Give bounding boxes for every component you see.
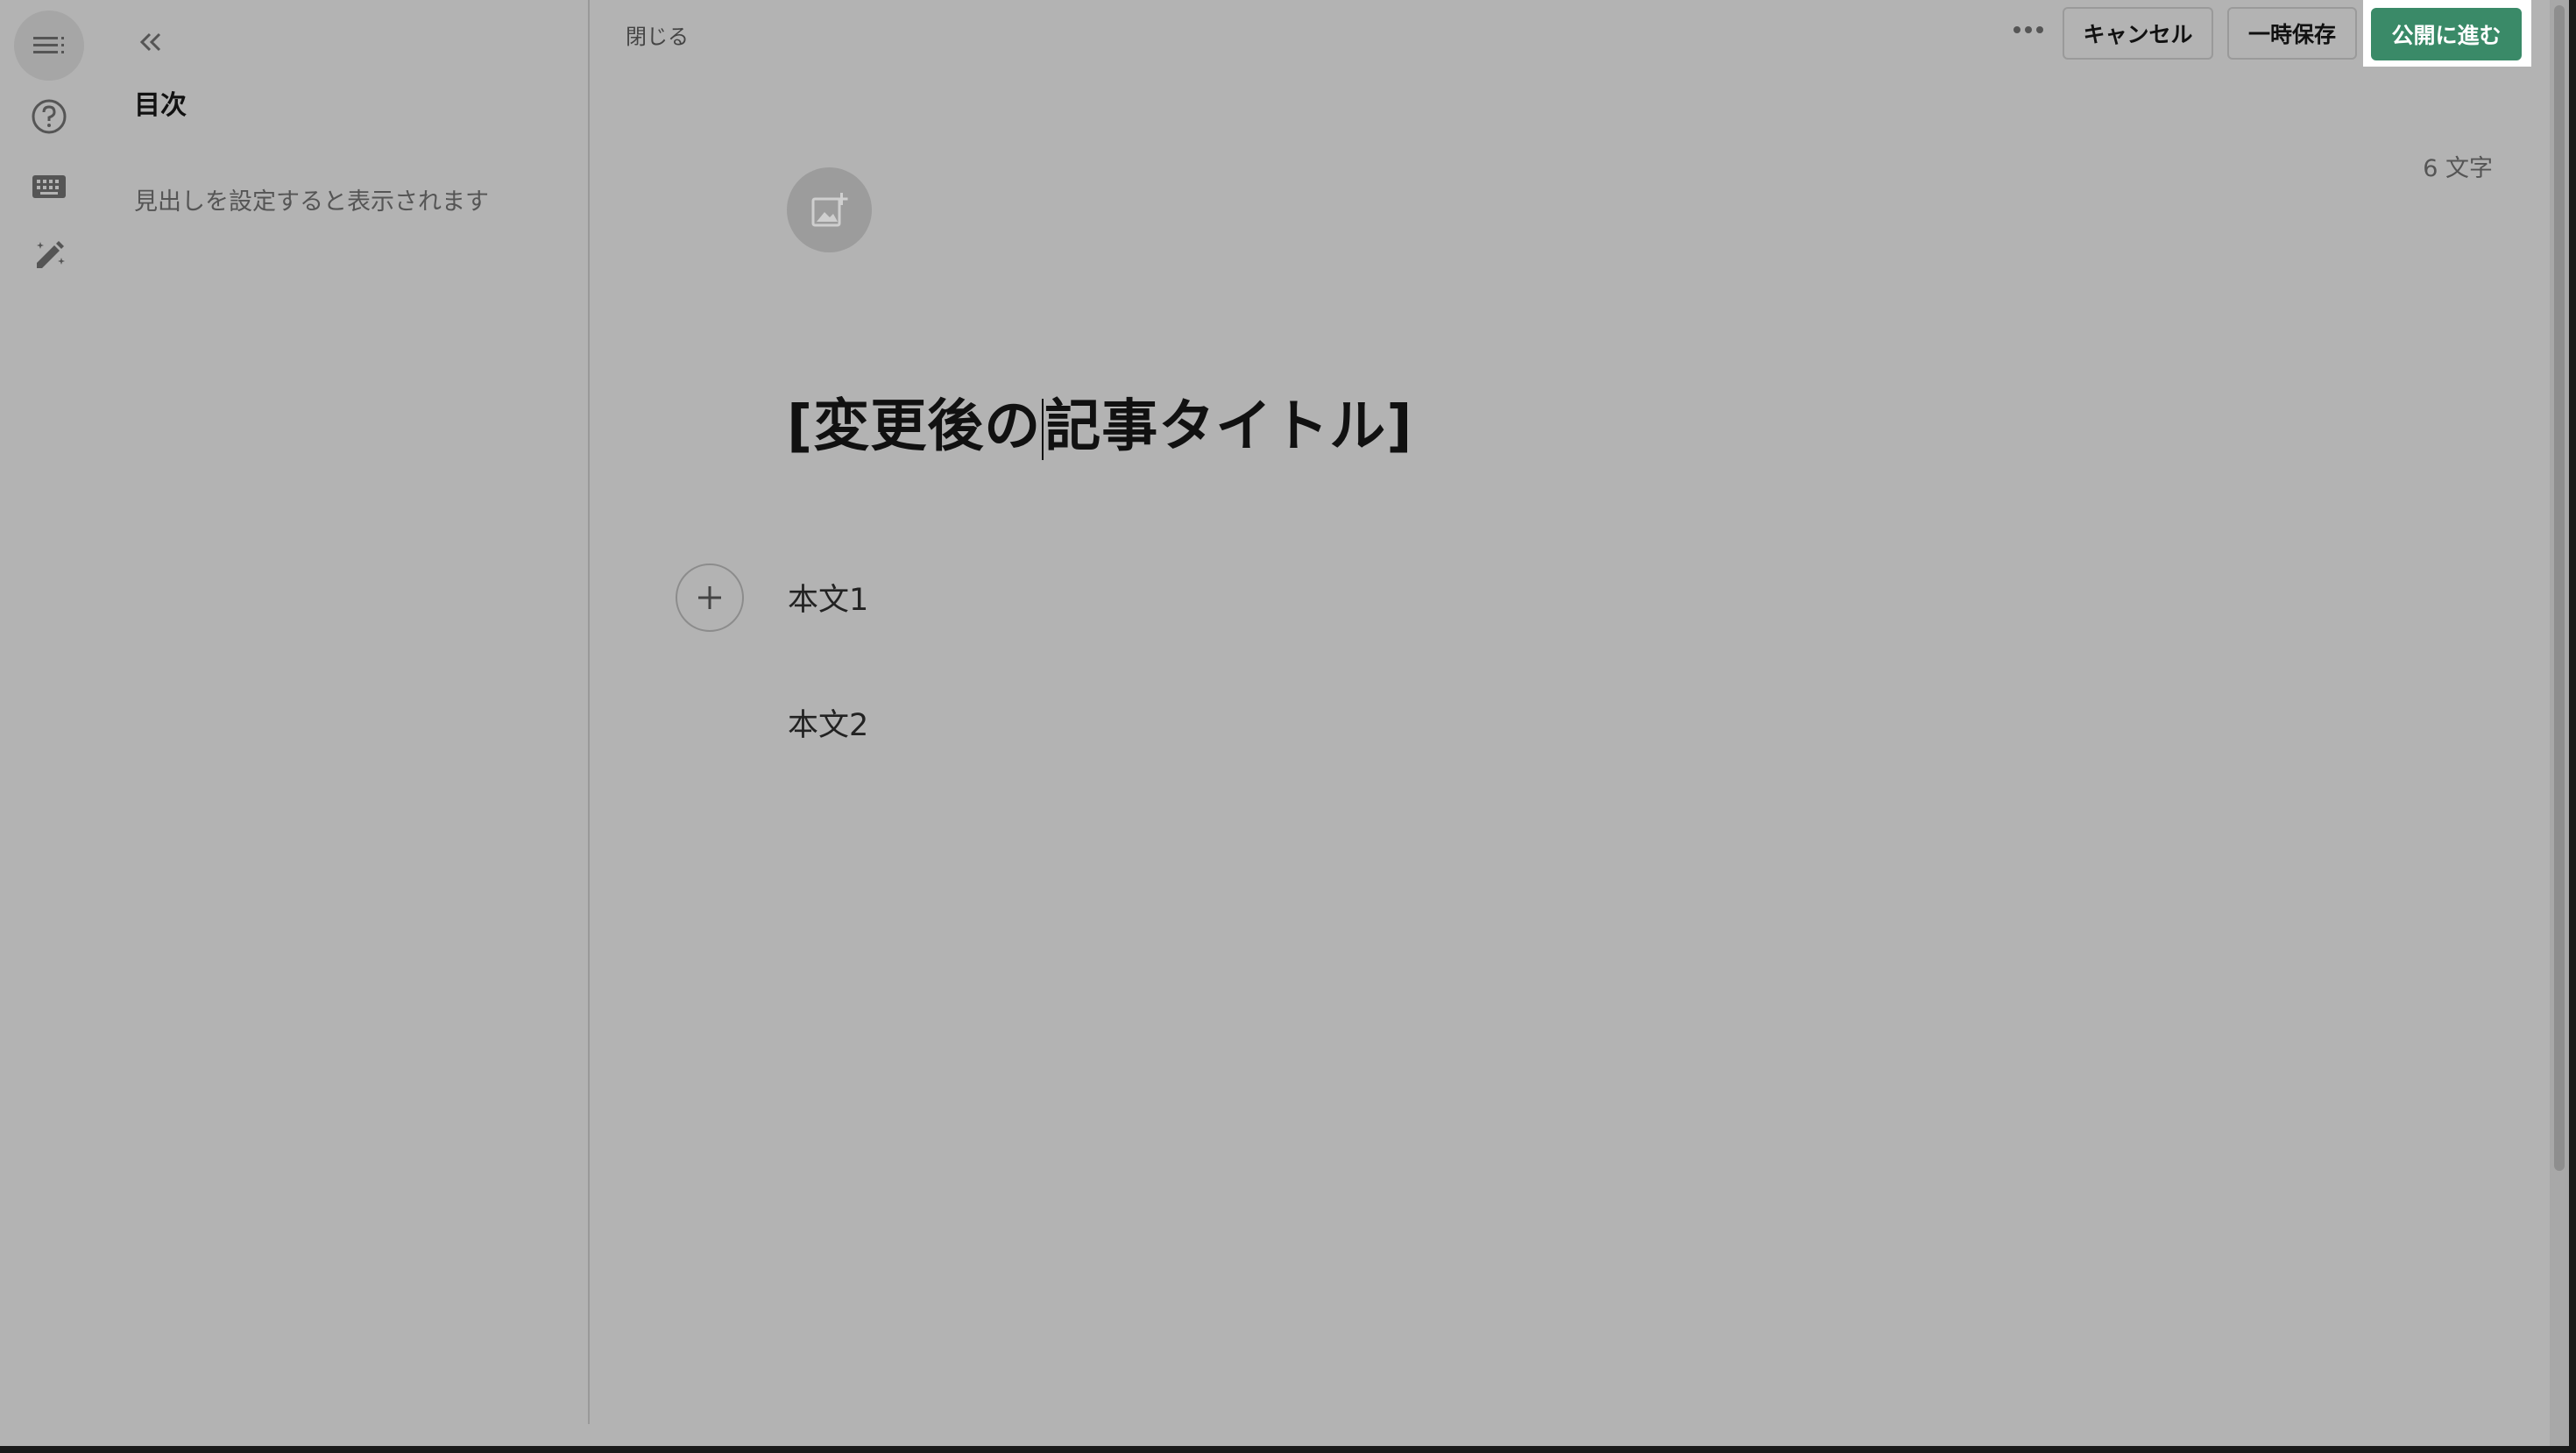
ai-assist-button[interactable] xyxy=(14,221,84,291)
scrollbar-thumb[interactable] xyxy=(2554,5,2565,1171)
keyboard-icon xyxy=(32,175,66,198)
magic-pen-icon xyxy=(37,241,65,268)
text-caret xyxy=(1042,399,1044,461)
more-horizontal-icon xyxy=(2013,26,2043,33)
body-paragraph[interactable]: 本文2 xyxy=(788,700,868,745)
publish-button[interactable]: 公開に進む xyxy=(2371,8,2522,60)
title-text-before-caret: [変更後の xyxy=(787,394,1042,459)
plus-icon xyxy=(698,586,721,609)
more-options-button[interactable] xyxy=(2006,12,2050,47)
toc-title: 目次 xyxy=(134,90,187,121)
window-bottom-edge xyxy=(0,1446,2576,1453)
toc-list-icon xyxy=(33,37,64,53)
add-cover-image-button[interactable] xyxy=(787,167,872,252)
insert-block-button[interactable] xyxy=(676,563,744,632)
title-text-after-caret: 記事タイトル] xyxy=(1044,394,1413,459)
help-button[interactable] xyxy=(14,82,84,152)
help-icon xyxy=(32,99,67,134)
article-title-input[interactable]: [変更後の記事タイトル] xyxy=(787,381,1413,462)
toc-empty-message: 見出しを設定すると表示されます xyxy=(134,188,489,216)
character-count: 6 文字 xyxy=(2423,155,2493,182)
panel-divider xyxy=(588,0,590,1424)
body-paragraph[interactable]: 本文1 xyxy=(788,575,868,620)
close-link[interactable]: 閉じる xyxy=(626,19,689,50)
cancel-button[interactable]: キャンセル xyxy=(2063,7,2213,60)
double-chevron-left-icon xyxy=(139,32,161,52)
add-image-icon xyxy=(811,192,847,226)
toc-list-button[interactable] xyxy=(14,11,84,81)
keyboard-shortcuts-button[interactable] xyxy=(14,152,84,222)
collapse-sidebar-button[interactable] xyxy=(131,23,170,61)
draft-save-button[interactable]: 一時保存 xyxy=(2227,7,2357,60)
window-edge xyxy=(2569,0,2576,1453)
